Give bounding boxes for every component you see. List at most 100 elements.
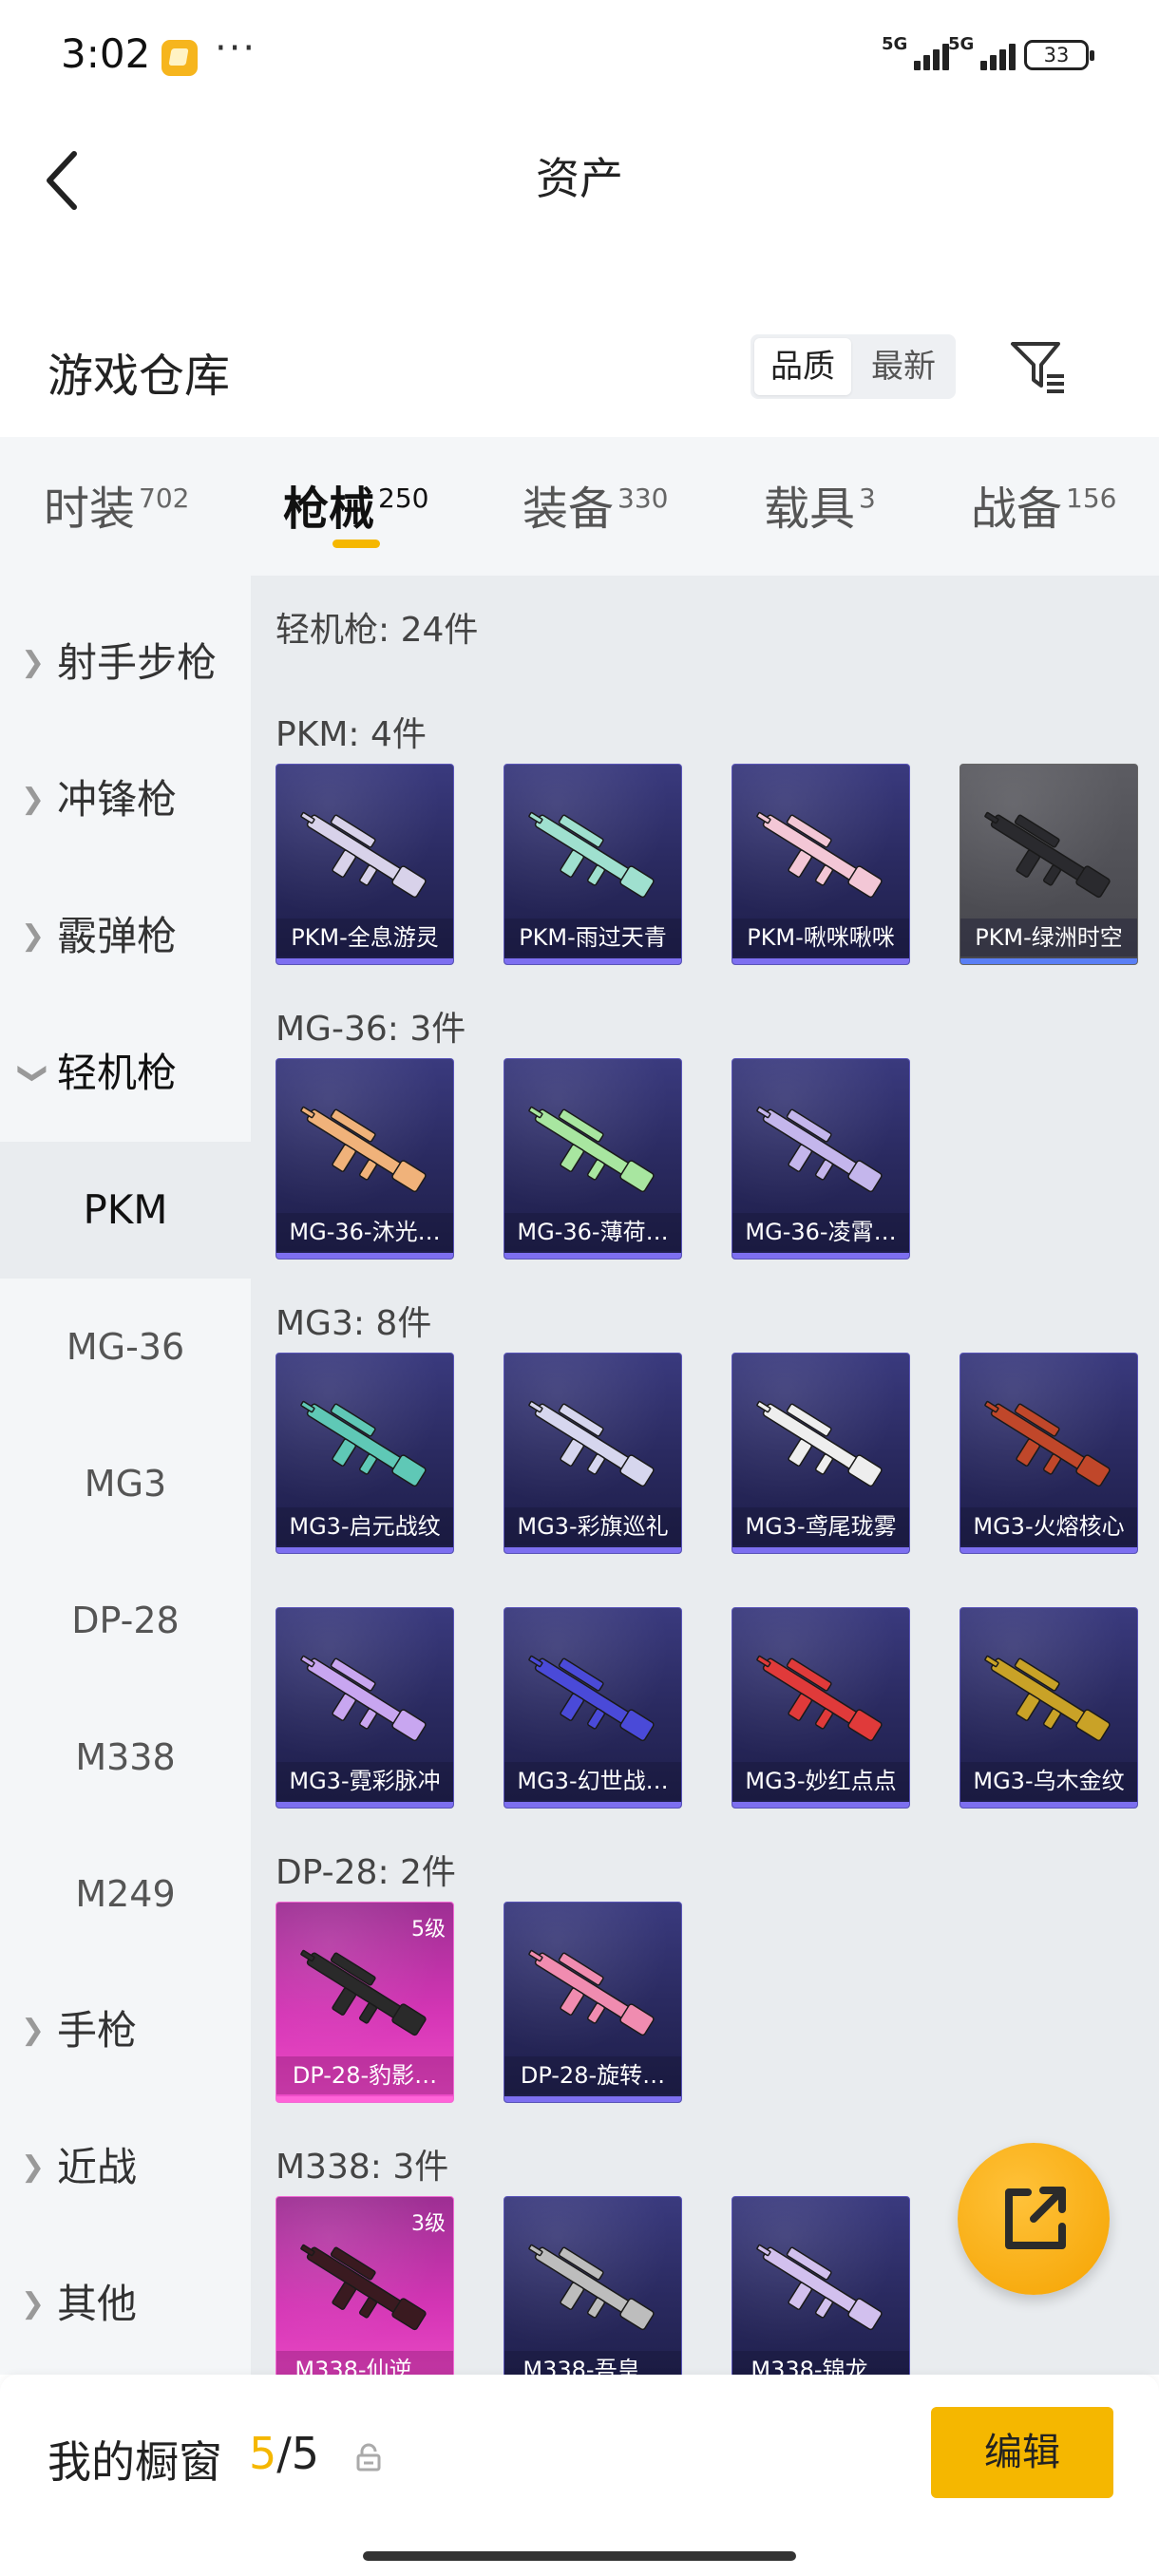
weapon-skin-card[interactable]: PKM-雨过天青	[504, 764, 682, 965]
signal-2-icon: 5G	[948, 34, 1018, 74]
weapon-skin-name: PKM-全息游灵	[276, 919, 453, 957]
weapon-skin-card[interactable]: PKM-绿洲时空	[960, 764, 1138, 965]
machine-gun-icon	[300, 811, 427, 899]
signal-1-icon: 5G	[882, 34, 952, 74]
weapon-skin-card[interactable]: MG3-妙红点点	[732, 1607, 910, 1809]
warehouse-title: 游戏仓库	[48, 350, 231, 403]
tab-vehicles[interactable]: 载具 3	[764, 471, 876, 538]
chevron-right-icon: ❯	[21, 2287, 46, 2320]
tab-fashion[interactable]: 时装 702	[44, 471, 189, 538]
weapon-skin-card[interactable]: PKM-全息游灵	[276, 764, 454, 965]
sidebar-item-lmg[interactable]: ❯ 轻机枪	[0, 1005, 251, 1142]
sort-quality-option[interactable]: 品质	[754, 338, 851, 395]
filter-icon	[1011, 342, 1064, 393]
sidebar-item-smg[interactable]: ❯ 冲锋枪	[0, 731, 251, 868]
chevron-right-icon: ❯	[21, 2014, 46, 2047]
weapon-skin-card[interactable]: MG3-霓彩脉冲	[276, 1607, 454, 1809]
weapon-skin-card[interactable]: MG3-幻世战…	[504, 1607, 682, 1809]
tab-supplies[interactable]: 战备 156	[971, 471, 1116, 538]
weapon-skin-name: MG3-彩旗巡礼	[504, 1507, 681, 1545]
weapon-skin-name: DP-28-旋转…	[504, 2056, 681, 2094]
showcase-count: 5/5	[249, 2428, 320, 2479]
weapon-skin-card[interactable]: MG3-彩旗巡礼	[504, 1353, 682, 1554]
weapon-skin-name: MG-36-薄荷…	[504, 1213, 681, 1251]
weapon-skin-card[interactable]: 3级 M338-仙逆…	[276, 2196, 454, 2375]
edit-button[interactable]: 编辑	[931, 2407, 1113, 2498]
machine-gun-icon	[528, 1400, 655, 1487]
sidebar-item-melee[interactable]: ❯ 近战	[0, 2099, 251, 2236]
sidebar-subitem-mg36[interactable]: MG-36	[0, 1279, 251, 1415]
weapon-skin-name: MG3-火熔核心	[960, 1507, 1137, 1545]
section-title: PKM: 4件	[276, 715, 427, 754]
weapon-skin-card[interactable]: MG-36-薄荷…	[504, 1058, 682, 1260]
machine-gun-icon	[300, 2244, 427, 2331]
rarity-bar	[504, 1253, 681, 1259]
weapon-skin-name: MG-36-凌霄…	[732, 1213, 909, 1251]
skin-level-badge: 5级	[411, 1918, 446, 1941]
rarity-bar	[732, 1802, 909, 1808]
rarity-bar	[504, 2096, 681, 2102]
rarity-bar	[732, 1547, 909, 1553]
weapon-skin-card[interactable]: M338-吾皇…	[504, 2196, 682, 2375]
showcase-bar: 我的橱窗 5/5 编辑	[0, 2375, 1159, 2576]
machine-gun-icon	[528, 2244, 655, 2331]
weapon-skin-name: MG3-启元战纹	[276, 1507, 453, 1545]
notification-app-icon	[162, 40, 198, 76]
rarity-bar	[276, 1253, 453, 1259]
machine-gun-icon	[756, 2244, 883, 2331]
filter-button[interactable]	[1007, 334, 1070, 397]
weapon-skin-card[interactable]: MG-36-沐光…	[276, 1058, 454, 1260]
status-bar: 3:02 ··· 5G 5G 33	[0, 0, 1159, 114]
weapon-skin-card[interactable]: MG-36-凌霄…	[732, 1058, 910, 1260]
weapon-skin-card[interactable]: DP-28-旋转…	[504, 1902, 682, 2103]
rarity-bar	[960, 1547, 1137, 1553]
battery-indicator: 33	[1024, 40, 1094, 70]
rarity-bar	[732, 958, 909, 964]
active-tab-indicator	[332, 540, 380, 548]
chevron-right-icon: ❯	[21, 783, 46, 816]
tab-equipment[interactable]: 装备 330	[522, 471, 668, 538]
machine-gun-icon	[756, 1655, 883, 1742]
weapon-skin-name: MG-36-沐光…	[276, 1213, 453, 1251]
share-external-icon	[1005, 2187, 1066, 2249]
share-fab-button[interactable]	[958, 2143, 1110, 2295]
weapon-skin-card[interactable]: 5级 DP-28-豹影…	[276, 1902, 454, 2103]
rarity-bar	[276, 2096, 453, 2102]
weapon-skin-card[interactable]: MG3-鸢尾珑雾	[732, 1353, 910, 1554]
sidebar-subitem-m249[interactable]: M249	[0, 1826, 251, 1962]
sidebar-subitem-dp28[interactable]: DP-28	[0, 1552, 251, 1689]
weapon-skin-card[interactable]: MG3-启元战纹	[276, 1353, 454, 1554]
sidebar-item-marksman-rifle[interactable]: ❯ 射手步枪	[0, 595, 251, 731]
weapon-skin-name: PKM-雨过天青	[504, 919, 681, 957]
rarity-bar	[960, 1802, 1137, 1808]
skin-level-badge: 3级	[411, 2212, 446, 2236]
sort-toggle: 品质 最新	[750, 334, 956, 399]
weapon-skin-name: M338-仙逆…	[276, 2351, 453, 2375]
sidebar-item-shotgun[interactable]: ❯ 霰弹枪	[0, 868, 251, 1005]
sidebar-subitem-pkm[interactable]: PKM	[0, 1142, 251, 1279]
sidebar-item-other[interactable]: ❯ 其他	[0, 2236, 251, 2373]
weapon-skin-card[interactable]: MG3-乌木金纹	[960, 1607, 1138, 1809]
weapon-skin-name: MG3-妙红点点	[732, 1762, 909, 1800]
weapon-skin-card[interactable]: M338-锦龙…	[732, 2196, 910, 2375]
weapon-skin-name: MG3-乌木金纹	[960, 1762, 1137, 1800]
sidebar-subitem-mg3[interactable]: MG3	[0, 1415, 251, 1552]
rarity-bar	[276, 1547, 453, 1553]
sidebar-subitem-m338[interactable]: M338	[0, 1689, 251, 1826]
weapon-skin-card[interactable]: PKM-啾咪啾咪	[732, 764, 910, 965]
chevron-right-icon: ❯	[21, 2150, 46, 2184]
machine-gun-icon	[300, 1655, 427, 1742]
machine-gun-icon	[528, 1655, 655, 1742]
weapon-grid-panel: 轻机枪: 24件 PKM: 4件 PKM-全息游灵 PKM-雨过天青 PKM-啾咪啾咪…	[251, 576, 1159, 2375]
weapon-skin-name: MG3-霓彩脉冲	[276, 1762, 453, 1800]
weapon-skin-card[interactable]: MG3-火熔核心	[960, 1353, 1138, 1554]
chevron-right-icon: ❯	[21, 919, 46, 953]
tab-firearms[interactable]: 枪械 250	[283, 471, 428, 538]
page-title: 资产	[536, 153, 623, 204]
sidebar-item-pistol[interactable]: ❯ 手枪	[0, 1962, 251, 2099]
weapon-skin-name: PKM-啾咪啾咪	[732, 919, 909, 957]
sort-newest-option[interactable]: 最新	[855, 338, 952, 395]
rarity-bar	[504, 1802, 681, 1808]
rarity-bar	[276, 958, 453, 964]
machine-gun-icon	[756, 1106, 883, 1193]
